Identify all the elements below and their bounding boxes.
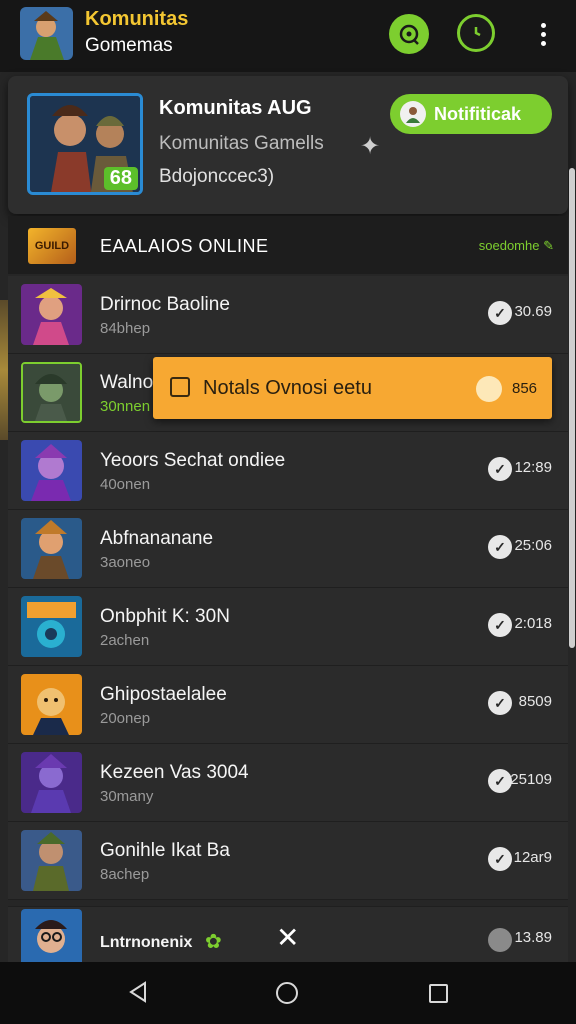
community-subtitle: Komunitas Gamells [159, 133, 324, 154]
list-item[interactable]: Ghipostaelalee 20onep ✓ 8509 [8, 666, 568, 744]
check-icon: ✓ [488, 535, 512, 559]
member-name: Drirnoc Baoline [100, 294, 230, 315]
member-status: 20onep [100, 710, 151, 727]
member-status: 40onen [100, 476, 151, 493]
community-header-card: 68 Komunitas AUG Komunitas Gamells ✦ Bdo… [8, 76, 568, 214]
clock-icon [474, 27, 481, 37]
member-avatar [21, 596, 82, 657]
app-logo[interactable] [20, 7, 73, 60]
back-icon[interactable] [127, 980, 149, 1004]
app-title: Komunitas [85, 8, 189, 30]
member-avatar [21, 909, 82, 967]
member-avatar [21, 440, 82, 501]
member-name: Onbphit K: 30N [100, 606, 230, 627]
level-badge: 68 [103, 167, 138, 190]
community-status: Bdojonccec3) [159, 166, 275, 187]
member-time: 2:018 [514, 615, 552, 632]
member-name: Ghipostaelalee [100, 684, 227, 705]
guild-logo-icon: GUILD [28, 228, 76, 264]
member-avatar [21, 830, 82, 891]
member-name: Yeoors Sechat ondiee [100, 450, 286, 471]
list-item[interactable]: Abfnananane 3aoneo ✓ 25:06 [8, 510, 568, 588]
notify-label: Notifiticak [434, 103, 522, 124]
home-icon[interactable] [276, 982, 298, 1004]
member-name: Kezeen Vas 3004 [100, 762, 249, 783]
star-icon[interactable]: ✦ [360, 132, 380, 161]
section-title: EAALAIOS ONLINE [100, 236, 269, 256]
member-time: 12:89 [514, 459, 552, 476]
see-more-link[interactable]: soedomhe ✎ [479, 238, 554, 254]
member-avatar [21, 518, 82, 579]
member-status: 2achen [100, 632, 150, 649]
member-time: 8509 [518, 693, 552, 710]
member-name: Gonihle Ikat Ba [100, 840, 230, 861]
more-options-button[interactable] [525, 14, 561, 54]
check-icon [476, 376, 502, 402]
online-section-header: GUILD EAALAIOS ONLINE soedomhe ✎ [8, 216, 568, 274]
leaf-icon: ✿ [205, 931, 222, 953]
member-time: 13.89 [514, 929, 552, 946]
chat-button[interactable] [389, 14, 429, 54]
member-name: Walno [100, 372, 154, 393]
scrollbar[interactable] [569, 168, 575, 648]
top-app-bar: Komunitas Gomemas [0, 0, 576, 72]
member-time: 30.69 [514, 303, 552, 320]
list-item[interactable]: Kezeen Vas 3004 30many ✓ 25109 [8, 744, 568, 822]
clock-button[interactable] [457, 14, 495, 52]
member-status: 84bhep [100, 320, 151, 337]
check-icon: ✓ [488, 301, 512, 325]
chat-icon [399, 24, 419, 45]
list-item[interactable]: Lntrnonenix ✿ ✕ 13.89 [8, 906, 568, 967]
more-vertical-icon [540, 22, 546, 46]
check-icon [488, 928, 512, 952]
member-avatar [21, 284, 82, 345]
app-screen: Komunitas Gomemas 68 Komunitas AUG Komun… [0, 0, 576, 1024]
toast-time: 856 [512, 380, 538, 397]
member-time: 12ar9 [513, 849, 552, 866]
member-status: 30many [100, 788, 154, 805]
check-icon: ✓ [488, 613, 512, 637]
system-nav-bar [0, 962, 576, 1024]
toast-text: Notals Ovnosi eetu [203, 377, 372, 399]
check-icon: ✓ [488, 847, 512, 871]
message-icon [170, 377, 190, 397]
check-icon: ✓ [488, 691, 512, 715]
close-icon[interactable]: ✕ [276, 921, 299, 954]
list-item[interactable]: Gonihle Ikat Ba 8achep ✓ 12ar9 [8, 822, 568, 900]
community-title: Komunitas AUG [159, 97, 312, 119]
community-cover-image[interactable]: 68 [27, 93, 143, 195]
member-time: 25109 [510, 771, 552, 788]
list-item[interactable]: Yeoors Sechat ondiee 40onen ✓ 12:89 [8, 432, 568, 510]
app-subtitle: Gomemas [85, 35, 173, 56]
member-name: Abfnananane [100, 528, 214, 549]
user-avatar-icon [400, 101, 426, 127]
recent-apps-icon[interactable] [429, 984, 448, 1003]
background-strip [0, 300, 8, 440]
check-icon: ✓ [488, 769, 512, 793]
member-avatar [21, 674, 82, 735]
notify-button[interactable]: Notifiticak [390, 94, 552, 134]
member-avatar [21, 752, 82, 813]
list-item[interactable]: Drirnoc Baoline 84bhep ✓ 30.69 [8, 276, 568, 354]
list-item[interactable]: Onbphit K: 30N 2achen ✓ 2:018 [8, 588, 568, 666]
notification-toast[interactable]: Notals Ovnosi eetu 856 [153, 357, 552, 419]
member-name: Lntrnonenix [100, 934, 193, 951]
member-status: 8achep [100, 866, 150, 883]
check-icon: ✓ [488, 457, 512, 481]
member-time: 25:06 [514, 537, 552, 554]
member-status: 30nnen [100, 398, 151, 415]
member-status: 3aoneo [100, 554, 151, 571]
member-avatar [21, 362, 82, 423]
